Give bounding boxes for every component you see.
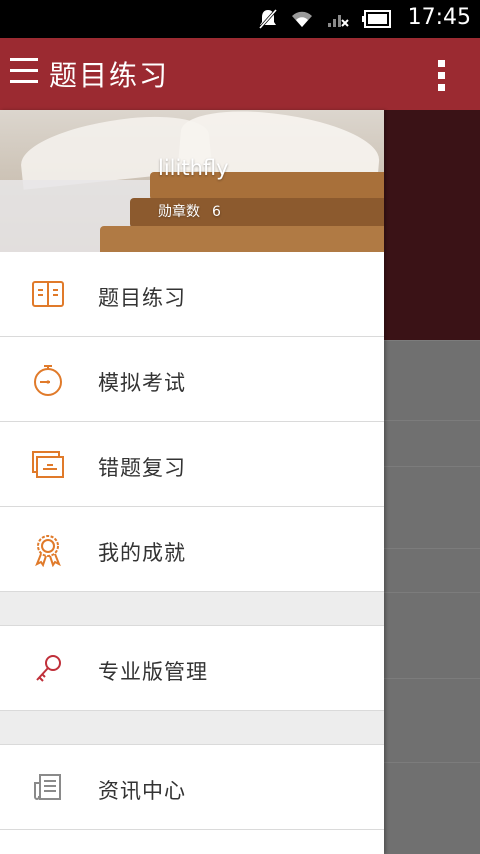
dimmed-row (384, 340, 480, 420)
drawer-header: lilithfly 勋章数 6 (0, 110, 384, 252)
key-icon (36, 655, 61, 682)
stacked-cards-icon (32, 451, 64, 478)
drawer-item-news-center[interactable]: 资讯中心 (0, 745, 384, 830)
status-icons (258, 8, 392, 30)
battery-icon (362, 10, 391, 28)
stopwatch-icon (34, 365, 62, 396)
newspaper-icon (34, 774, 61, 800)
more-vertical-icon[interactable] (438, 60, 446, 92)
drawer-item-mock-exam[interactable]: 模拟考试 (0, 337, 384, 422)
page-title: 题目练习 (49, 59, 170, 92)
wifi-icon (292, 11, 312, 27)
award-medal-icon (35, 535, 61, 567)
hamburger-menu-icon[interactable] (10, 58, 40, 90)
dimmed-row (384, 548, 480, 592)
open-book-icon (32, 281, 64, 307)
drawer-item-achievements[interactable]: 我的成就 (0, 507, 384, 592)
app-bar: 题目练习 (0, 38, 480, 110)
status-time: 17:45 (407, 5, 471, 30)
drawer-item-practice[interactable]: 题目练习 (0, 252, 384, 337)
navigation-drawer: lilithfly 勋章数 6 题目练习 模拟考试 错题复习 我的成就 专业版管… (0, 110, 384, 854)
dimmed-row (384, 592, 480, 678)
dimmed-hero (384, 110, 480, 340)
notifications-muted-icon (258, 9, 278, 29)
header-book-illustration (100, 226, 384, 252)
badge-count: 勋章数 6 (158, 201, 221, 221)
signal-no-service-icon (328, 15, 349, 27)
dimmed-row (384, 762, 480, 854)
drawer-item-label: 错题复习 (98, 456, 186, 480)
dimmed-row (384, 678, 480, 762)
status-bar: 17:45 (0, 0, 480, 38)
drawer-item-label: 专业版管理 (98, 660, 208, 684)
dimmed-row (384, 420, 480, 466)
section-divider (0, 711, 384, 745)
drawer-item-label: 资讯中心 (98, 779, 186, 803)
drawer-item-pro-management[interactable]: 专业版管理 (0, 626, 384, 711)
drawer-item-label: 模拟考试 (98, 371, 186, 395)
drawer-item-label: 我的成就 (98, 541, 186, 565)
drawer-item-label: 题目练习 (98, 286, 186, 310)
section-divider (0, 592, 384, 626)
dimmed-row (384, 466, 480, 548)
drawer-item-review-mistakes[interactable]: 错题复习 (0, 422, 384, 507)
badge-count-label: 勋章数 (158, 204, 200, 220)
dimmed-content[interactable] (384, 110, 480, 854)
username: lilithfly (158, 156, 229, 180)
badge-count-value: 6 (212, 204, 221, 220)
